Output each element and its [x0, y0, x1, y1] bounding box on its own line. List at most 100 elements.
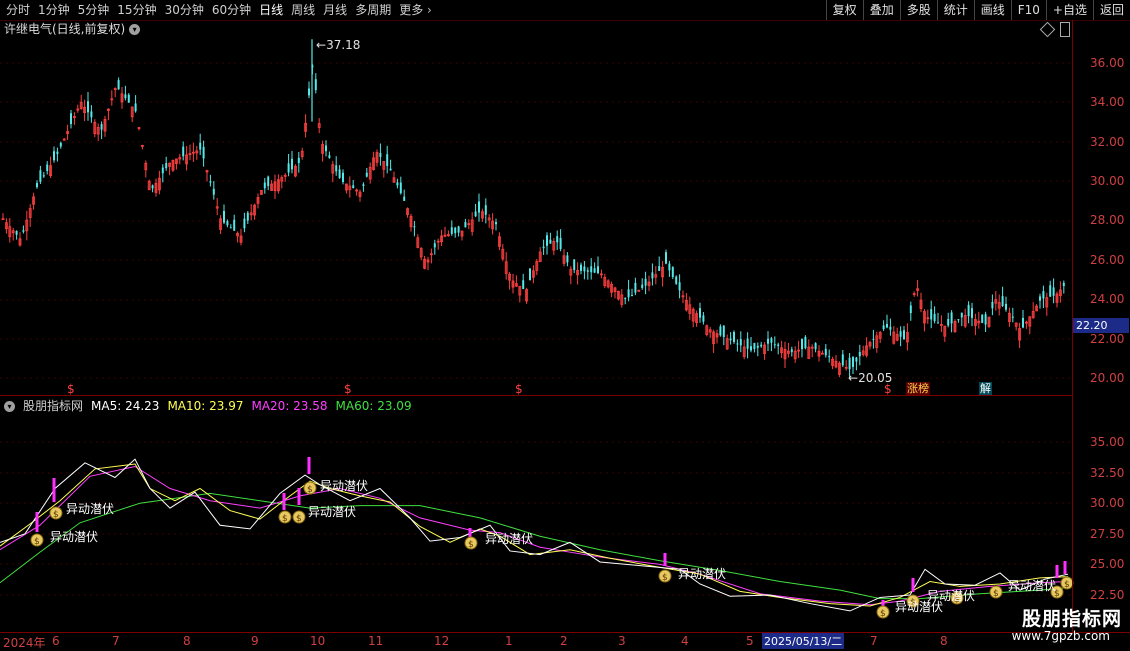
ma60-value: MA60: 23.09 [335, 399, 412, 413]
price-tick: 36.00 [1090, 56, 1125, 70]
candle-body [828, 356, 831, 358]
candle-body [389, 168, 392, 171]
date-tick: 3 [618, 634, 626, 648]
candle-body [161, 167, 164, 174]
candle-body [522, 280, 525, 290]
chevron-down-icon[interactable]: ▾ [4, 400, 15, 412]
candle-body [267, 176, 270, 187]
candle-body [454, 227, 457, 234]
candle-body [981, 314, 984, 323]
candle-body [729, 338, 732, 341]
candle-body [386, 154, 389, 166]
candle-body [627, 289, 630, 298]
candle-body [474, 211, 477, 217]
candle-body [668, 263, 671, 271]
indicator-tick: 22.50 [1090, 588, 1125, 602]
candle-body [53, 151, 55, 161]
candle-body [675, 276, 678, 284]
high-price-value: 37.18 [326, 38, 361, 52]
candle-body [886, 324, 888, 328]
candle-body [352, 185, 355, 189]
date-tick: 8 [940, 634, 948, 648]
candle-body [1049, 285, 1052, 297]
jie-tag[interactable]: 解 [979, 382, 992, 395]
candle-body [134, 103, 137, 112]
candle-body [15, 231, 18, 235]
candle-body [790, 349, 793, 353]
dollar-marker[interactable]: $ [515, 382, 523, 396]
candle-body [991, 301, 994, 309]
date-tick: 1 [505, 634, 513, 648]
candle-body [559, 237, 562, 250]
candle-body [903, 330, 905, 340]
candle-body [624, 298, 627, 300]
candle-body [957, 319, 960, 321]
candle-body [100, 124, 103, 130]
ma5-value: MA5: 24.23 [91, 399, 160, 413]
date-cursor: 2025/05/13/二 [762, 633, 845, 649]
date-tick: 7 [870, 634, 878, 648]
candle-body [396, 182, 399, 186]
candle-body [960, 312, 963, 318]
candle-body [909, 305, 912, 314]
candle-body [325, 145, 327, 152]
zhangting-tag[interactable]: 涨榜 [906, 382, 930, 395]
date-tick: 5 [746, 634, 754, 648]
candle-body [399, 182, 402, 194]
candle-body [746, 338, 749, 349]
price-tick: 30.00 [1090, 174, 1125, 188]
signal-label: 异动潜伏 [50, 530, 99, 544]
price-tick: 22.00 [1090, 332, 1125, 346]
candle-body [855, 357, 858, 362]
coin-icon-glyph: $ [468, 540, 474, 550]
candle-body [1001, 296, 1004, 307]
candle-body [226, 221, 229, 226]
candle-body [379, 152, 382, 158]
candle-body [287, 163, 290, 173]
price-tick: 28.00 [1090, 213, 1125, 227]
candle-body [223, 210, 225, 223]
candle-body [36, 183, 38, 188]
date-tick: 2024年 [3, 636, 46, 650]
candle-body [889, 326, 892, 330]
candle-body [46, 164, 49, 172]
watermark-url: www.7gpzb.com [1011, 629, 1110, 643]
candle-body [678, 282, 681, 291]
candle-body [450, 227, 453, 234]
candle-body [297, 157, 300, 164]
price-tick: 20.00 [1090, 371, 1125, 385]
candle-body [671, 267, 674, 278]
candle-body [739, 339, 742, 346]
candle-body [546, 235, 548, 246]
date-tick: 8 [183, 634, 191, 648]
signal-label: 异动潜伏 [927, 589, 976, 603]
candle-body [202, 146, 205, 159]
candle-body [233, 219, 236, 231]
dollar-marker[interactable]: $ [344, 382, 352, 396]
signal-label: 异动潜伏 [1008, 579, 1057, 593]
candle-body [90, 111, 93, 118]
candle-body [882, 325, 885, 330]
dollar-marker[interactable]: $ [884, 382, 892, 396]
candle-body [736, 343, 739, 345]
candle-body [665, 252, 667, 264]
ma20-value: MA20: 23.58 [251, 399, 328, 413]
coin-icon-glyph: $ [307, 485, 313, 495]
candle-body [767, 338, 769, 344]
candle-body [841, 354, 844, 366]
coin-icon-glyph: $ [1064, 580, 1070, 590]
candle-body [937, 322, 939, 324]
dollar-marker[interactable]: $ [67, 382, 75, 396]
candle-body [586, 270, 589, 272]
candle-body [542, 246, 545, 249]
signal-label: 异动潜伏 [308, 505, 357, 519]
candle-body [229, 227, 232, 229]
candle-body [634, 282, 637, 293]
candle-body [658, 266, 661, 271]
indicator-tick: 27.50 [1090, 527, 1125, 541]
candle-body [457, 226, 460, 233]
candle-body [182, 146, 185, 157]
coin-icon-glyph: $ [880, 609, 886, 619]
date-tick: 10 [310, 634, 326, 648]
coin-icon-glyph: $ [296, 514, 302, 524]
